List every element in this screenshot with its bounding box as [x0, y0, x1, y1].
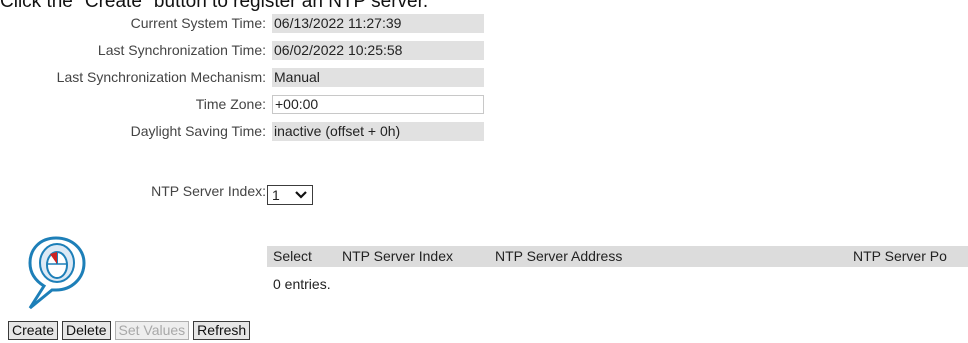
- value-current-system-time: 06/13/2022 11:27:39: [272, 14, 484, 33]
- value-last-sync-time: 06/02/2022 10:25:58: [272, 41, 484, 60]
- mouse-hint-icon: [26, 236, 88, 315]
- value-daylight-saving: inactive (offset + 0h): [272, 122, 484, 141]
- col-ntp-server-address: NTP Server Address: [495, 248, 623, 264]
- row-daylight-saving: Daylight Saving Time: inactive (offset +…: [0, 122, 968, 141]
- row-last-sync-mechanism: Last Synchronization Mechanism: Manual: [0, 68, 968, 87]
- label-current-system-time: Current System Time:: [130, 15, 266, 31]
- set-values-button[interactable]: Set Values: [114, 321, 190, 340]
- ntp-server-index-value: 1: [272, 187, 280, 203]
- row-current-system-time: Current System Time: 06/13/2022 11:27:39: [0, 14, 968, 33]
- row-ntp-server-index: NTP Server Index:: [0, 182, 968, 201]
- label-last-sync-time: Last Synchronization Time:: [97, 42, 266, 58]
- refresh-button[interactable]: Refresh: [193, 321, 251, 340]
- label-last-sync-mechanism: Last Synchronization Mechanism:: [56, 69, 266, 85]
- col-ntp-server-port: NTP Server Po: [853, 248, 947, 264]
- action-button-bar: Create Delete Set Values Refresh: [8, 321, 254, 341]
- ntp-config-page: Click the "Create" button to register an…: [0, 0, 968, 343]
- label-ntp-server-index: NTP Server Index:: [151, 183, 266, 199]
- chevron-down-icon: [295, 187, 307, 208]
- row-time-zone: Time Zone: +00:00: [0, 95, 968, 114]
- create-button[interactable]: Create: [8, 321, 59, 340]
- row-last-sync-time: Last Synchronization Time: 06/02/2022 10…: [0, 41, 968, 60]
- value-last-sync-mechanism: Manual: [272, 68, 484, 87]
- col-ntp-server-index: NTP Server Index: [342, 248, 454, 264]
- time-zone-input[interactable]: +00:00: [272, 95, 484, 114]
- col-select: Select: [273, 248, 312, 264]
- delete-button[interactable]: Delete: [62, 321, 111, 340]
- entries-count: 0 entries.: [273, 276, 331, 292]
- ntp-table-header: Select NTP Server Index NTP Server Addre…: [267, 246, 968, 267]
- label-daylight-saving: Daylight Saving Time:: [130, 123, 266, 139]
- ntp-server-index-select[interactable]: 1: [267, 185, 313, 205]
- instruction-text: Click the "Create" button to register an…: [0, 0, 429, 12]
- label-time-zone: Time Zone:: [195, 96, 266, 112]
